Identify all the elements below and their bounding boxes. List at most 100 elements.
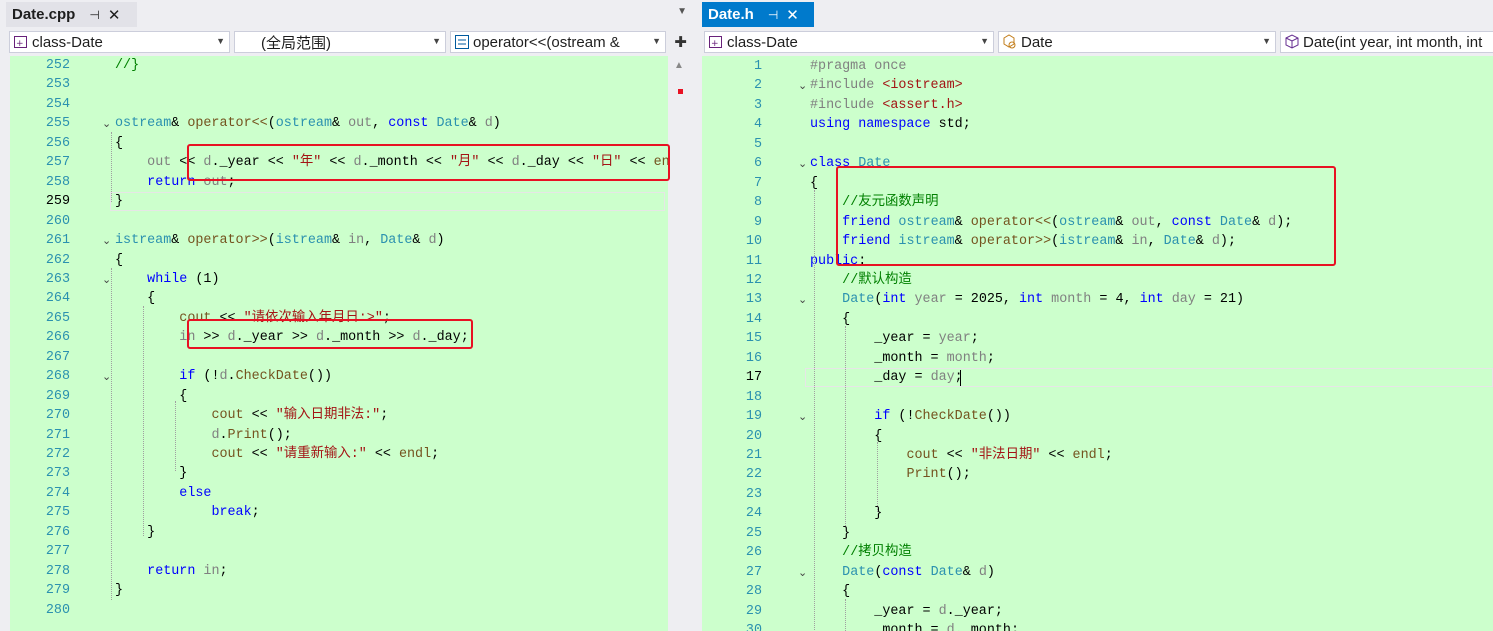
code-text[interactable]: ostream& operator<<(ostream& out, const … [115, 114, 501, 134]
code-line[interactable]: 269 { [0, 387, 693, 407]
code-text[interactable]: _year = d._year; [810, 602, 1003, 622]
code-line[interactable]: 275 break; [0, 503, 693, 523]
code-line[interactable]: 30 _month = d._month; [702, 621, 1493, 631]
code-line[interactable]: 2 ⌄ #include <iostream> [702, 76, 1493, 96]
close-icon[interactable]: ✕ [786, 6, 799, 24]
code-line[interactable]: 270 cout << "输入日期非法:"; [0, 406, 693, 426]
code-line[interactable]: 252 //} [0, 56, 693, 76]
tab-date-cpp[interactable]: Date.cpp ⊣ ✕ [6, 2, 137, 27]
code-line[interactable]: 13 ⌄ Date(int year = 2025, int month = 4,… [702, 290, 1493, 310]
code-line[interactable]: 260 [0, 212, 693, 232]
code-text[interactable]: { [115, 251, 123, 271]
code-line[interactable]: 26 //拷贝构造 [702, 543, 1493, 563]
code-line[interactable]: 263 ⌄ while (1) [0, 270, 693, 290]
code-text[interactable]: _month = month; [810, 349, 995, 369]
tab-date-h[interactable]: Date.h ⊣ ✕ [702, 2, 814, 27]
type-combo[interactable]: Date ▼ [998, 31, 1276, 53]
code-text[interactable]: //} [115, 56, 139, 76]
code-line[interactable]: 274 else [0, 484, 693, 504]
code-text[interactable]: #include <assert.h> [810, 96, 963, 116]
code-text[interactable]: _year = year; [810, 329, 979, 349]
code-line[interactable]: 4 using namespace std; [702, 115, 1493, 135]
fold-toggle-icon[interactable]: ⌄ [102, 231, 111, 251]
code-line[interactable]: 25 } [702, 524, 1493, 544]
left-code-editor[interactable]: ▲ 252//} 253 254 255 ⌄ ostream& operator<<(os… [0, 56, 693, 631]
code-line[interactable]: 271 d.Print(); [0, 426, 693, 446]
code-text[interactable]: else [115, 484, 211, 504]
code-text[interactable]: using namespace std; [810, 115, 971, 135]
code-text[interactable]: _month = d._month; [810, 621, 1019, 631]
pin-icon[interactable]: ⊣ [768, 8, 778, 22]
fold-toggle-icon[interactable]: ⌄ [102, 114, 111, 134]
code-line[interactable]: 17 _day = day; [702, 368, 1493, 388]
code-text[interactable]: #pragma once [810, 57, 906, 77]
pin-icon[interactable]: ⊣ [89, 8, 99, 22]
code-text[interactable]: } [115, 523, 155, 543]
code-text[interactable]: #include <iostream> [810, 76, 963, 96]
fold-toggle-icon[interactable]: ⌄ [798, 154, 807, 174]
code-line[interactable]: 20 { [702, 427, 1493, 447]
code-line[interactable]: 16 _month = month; [702, 349, 1493, 369]
code-text[interactable]: { [115, 289, 155, 309]
global-scope-combo[interactable]: (全局范围) ▼ [234, 31, 446, 53]
code-line[interactable]: 280 [0, 601, 693, 621]
code-line[interactable]: 267 [0, 348, 693, 368]
close-icon[interactable]: ✕ [108, 6, 121, 24]
code-line[interactable]: 276 } [0, 523, 693, 543]
code-text[interactable]: return in; [115, 562, 227, 582]
code-line[interactable]: 21 cout << "非法日期" << endl; [702, 446, 1493, 466]
code-line[interactable]: 23 [702, 485, 1493, 505]
code-line[interactable]: 28 { [702, 582, 1493, 602]
code-text[interactable]: while (1) [115, 270, 219, 290]
code-text[interactable]: //默认构造 [810, 271, 912, 291]
code-line[interactable]: 1 #pragma once [702, 57, 1493, 77]
code-text[interactable]: _day = day; [810, 368, 962, 388]
code-text[interactable]: { [115, 387, 187, 407]
code-text[interactable]: Date(int year = 2025, int month = 4, int… [810, 290, 1244, 310]
code-text[interactable]: } [115, 192, 123, 212]
code-line[interactable]: 29 _year = d._year; [702, 602, 1493, 622]
code-line[interactable]: 3 #include <assert.h> [702, 96, 1493, 116]
code-line[interactable]: 277 [0, 542, 693, 562]
code-line[interactable]: 253 [0, 75, 693, 95]
code-text[interactable]: { [810, 427, 882, 447]
fold-toggle-icon[interactable]: ⌄ [798, 290, 807, 310]
code-text[interactable]: //拷贝构造 [810, 543, 912, 563]
code-line[interactable]: 27 ⌄ Date(const Date& d) [702, 563, 1493, 583]
right-code-editor[interactable]: 1 #pragma once 2 ⌄ #include <iostream> 3 #incl… [702, 56, 1493, 631]
code-line[interactable]: 261 ⌄ istream& operator>>(istream& in, Dat… [0, 231, 693, 251]
member-combo[interactable]: operator<<(ostream & ▼ [450, 31, 666, 53]
code-line[interactable]: 18 [702, 388, 1493, 408]
code-line[interactable]: 24 } [702, 504, 1493, 524]
code-line[interactable]: 254 [0, 95, 693, 115]
code-line[interactable]: 22 Print(); [702, 465, 1493, 485]
code-text[interactable]: Print(); [810, 465, 970, 485]
code-line[interactable]: 264 { [0, 289, 693, 309]
fold-toggle-icon[interactable]: ⌄ [798, 563, 807, 583]
code-line[interactable]: 279} [0, 581, 693, 601]
fold-toggle-icon[interactable]: ⌄ [102, 270, 111, 290]
code-text[interactable]: } [810, 504, 882, 524]
tab-list-dropdown-icon[interactable]: ▼ [677, 6, 687, 17]
code-line[interactable]: 272 cout << "请重新输入:" << endl; [0, 445, 693, 465]
code-text[interactable]: cout << "非法日期" << endl; [810, 446, 1112, 466]
code-line[interactable]: 19 ⌄ if (!CheckDate()) [702, 407, 1493, 427]
code-line[interactable]: 262 { [0, 251, 693, 271]
project-scope-combo[interactable]: + class-Date ▼ [704, 31, 994, 53]
code-line[interactable]: 12 //默认构造 [702, 271, 1493, 291]
code-line[interactable]: 5 [702, 135, 1493, 155]
fold-toggle-icon[interactable]: ⌄ [798, 76, 807, 96]
fold-toggle-icon[interactable]: ⌄ [102, 367, 111, 387]
code-text[interactable]: istream& operator>>(istream& in, Date& d… [115, 231, 445, 251]
code-line[interactable]: 14 { [702, 310, 1493, 330]
code-text[interactable]: } [810, 524, 850, 544]
split-window-icon[interactable]: ✚ [674, 33, 687, 51]
code-text[interactable]: Date(const Date& d) [810, 563, 995, 583]
code-line[interactable]: 278 return in; [0, 562, 693, 582]
code-text[interactable]: cout << "输入日期非法:"; [115, 406, 388, 426]
fold-toggle-icon[interactable]: ⌄ [798, 407, 807, 427]
code-line[interactable]: 273 } [0, 464, 693, 484]
code-text[interactable]: if (!d.CheckDate()) [115, 367, 332, 387]
code-text[interactable]: if (!CheckDate()) [810, 407, 1011, 427]
project-scope-combo[interactable]: + class-Date ▼ [9, 31, 230, 53]
